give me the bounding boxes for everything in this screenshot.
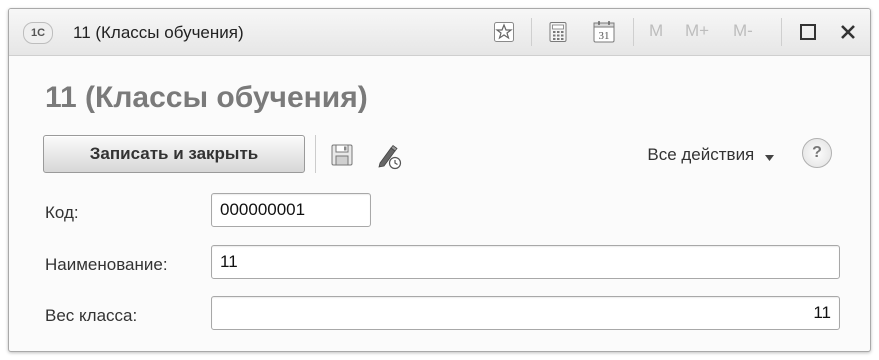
toolbar-separator [315,135,316,173]
toolbar-separator [633,18,634,46]
save-and-close-button[interactable]: Записать и закрыть [43,135,305,173]
form-window: 1C 11 (Классы обучения) 31 M M+ M- 11 (К… [8,8,871,352]
pencil-clock-icon[interactable] [375,142,402,170]
calendar-day-number: 31 [599,30,610,42]
toolbar-separator [531,18,532,46]
app-logo: 1C [23,22,53,44]
all-actions-menu[interactable]: Все действия [647,145,774,166]
memory-add-button[interactable]: M+ [685,21,709,41]
memory-recall-button[interactable]: M [649,21,663,41]
close-icon[interactable] [835,19,861,45]
window-title: 11 (Классы обучения) [73,23,244,42]
calculator-icon[interactable] [545,19,571,45]
name-label: Наименование: [45,255,168,274]
code-label: Код: [45,203,79,222]
toolbar-separator [781,18,782,46]
maximize-icon[interactable] [795,19,821,45]
floppy-disk-icon[interactable] [329,142,355,168]
all-actions-label: Все действия [647,145,755,164]
star-icon[interactable] [491,19,517,45]
memory-subtract-button[interactable]: M- [733,21,753,41]
triangle-down-icon [765,146,774,166]
calendar-icon[interactable]: 31 [591,19,617,45]
page-title: 11 (Классы обучения) [45,81,368,114]
name-field[interactable]: 11 [211,245,840,279]
class-weight-field[interactable]: 11 [211,296,840,330]
title-bar: 1C 11 (Классы обучения) 31 M M+ M- [9,9,870,56]
code-field[interactable]: 000000001 [211,193,371,227]
class-weight-label: Вес класса: [45,306,138,325]
help-icon[interactable]: ? [802,138,832,168]
